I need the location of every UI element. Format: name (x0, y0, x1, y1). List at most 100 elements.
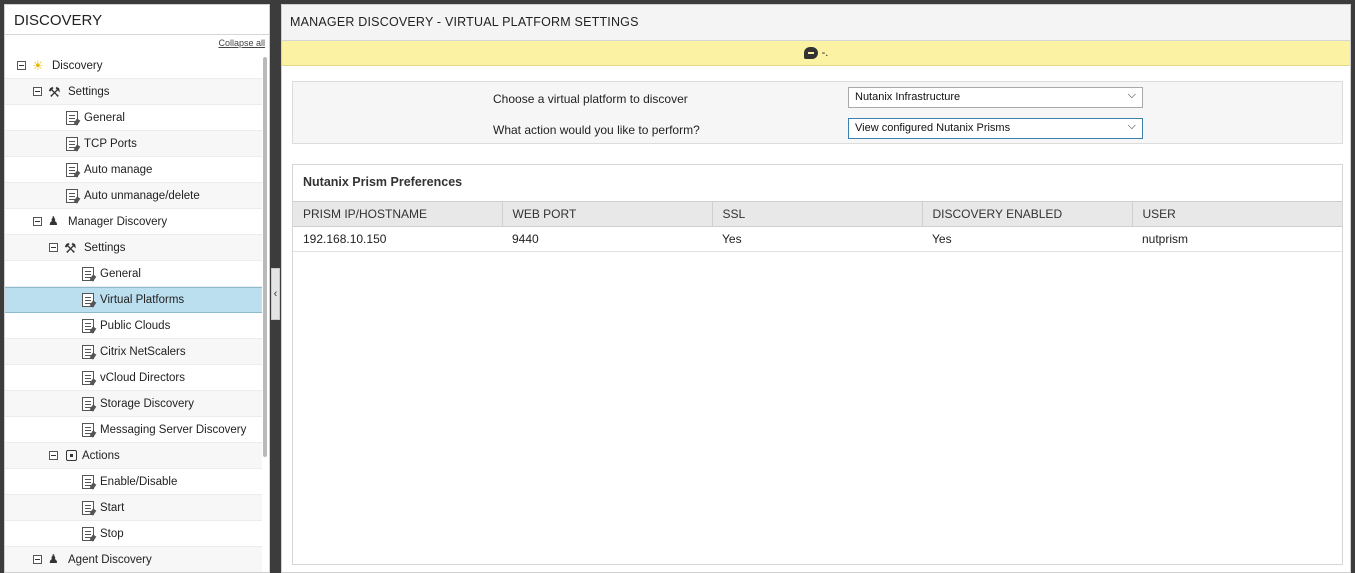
tools-icon: ⚒ (64, 239, 77, 256)
document-icon (66, 136, 78, 151)
document-icon (66, 110, 78, 125)
tree-item[interactable]: Auto manage (5, 157, 262, 183)
prism-table: PRISM IP/HOSTNAME WEB PORT SSL DISCOVERY… (293, 201, 1342, 252)
collapse-toggle-icon[interactable] (33, 217, 42, 226)
action-label: What action would you like to perform? (493, 123, 700, 137)
document-icon (82, 318, 94, 333)
tree-item-label: Enable/Disable (100, 475, 178, 488)
document-icon (82, 500, 94, 515)
message-icon (803, 47, 818, 59)
tree-item-label: Settings (84, 241, 126, 254)
panel-splitter-collapse-button[interactable]: ‹ (271, 268, 280, 320)
tree-item-label: Auto manage (84, 163, 153, 176)
column-header-discovery-enabled[interactable]: DISCOVERY ENABLED (922, 201, 1133, 227)
tree-item[interactable]: Actions (5, 443, 262, 469)
collapse-toggle-icon[interactable] (49, 451, 58, 460)
collapse-toggle-icon[interactable] (33, 555, 42, 564)
tree-item-label: Citrix NetScalers (100, 345, 186, 358)
column-header-ssl[interactable]: SSL (712, 201, 923, 227)
tree-item[interactable]: Citrix NetScalers (5, 339, 262, 365)
tree-item[interactable]: ⚒ Settings (5, 79, 262, 105)
tree-item[interactable]: ⚒ Settings (5, 235, 262, 261)
tree-item-label: Messaging Server Discovery (100, 423, 247, 436)
cell-discovery-enabled: Yes (922, 226, 1132, 252)
tree-item[interactable]: vCloud Directors (5, 365, 262, 391)
tree-item[interactable]: General (5, 261, 262, 287)
tree-item[interactable]: Auto unmanage/delete (5, 183, 262, 209)
document-icon (82, 344, 94, 359)
tree-item[interactable]: Start (5, 495, 262, 521)
tree-item-label: Virtual Platforms (100, 294, 185, 306)
tree-item[interactable]: Public Clouds (5, 313, 262, 339)
users-icon: ♟ (48, 551, 59, 566)
tree-item-label: Agent Discovery (68, 553, 152, 566)
document-icon (82, 474, 94, 489)
platform-select-value: Nutanix Infrastructure (855, 91, 961, 103)
platform-select[interactable]: Nutanix Infrastructure ⌵ (848, 87, 1143, 108)
tree-item-label: Stop (100, 527, 124, 540)
column-header-user[interactable]: USER (1132, 201, 1342, 227)
prism-preferences-panel: Nutanix Prism Preferences PRISM IP/HOSTN… (292, 164, 1343, 565)
navigation-panel: DISCOVERY Collapse all ☀ Discovery ⚒ Settin… (4, 4, 270, 573)
tools-icon: ⚒ (48, 83, 61, 100)
tree-item[interactable]: Messaging Server Discovery (5, 417, 262, 443)
tree-item[interactable]: Enable/Disable (5, 469, 262, 495)
document-icon (82, 396, 94, 411)
collapse-all-link[interactable]: Collapse all (218, 38, 265, 48)
tree-item-label: Actions (82, 449, 120, 462)
table-row[interactable]: 192.168.10.150 9440 Yes Yes nutprism (293, 226, 1342, 252)
column-header-hostname[interactable]: PRISM IP/HOSTNAME (293, 201, 503, 227)
message-bar: -. (282, 41, 1350, 66)
column-header-web-port[interactable]: WEB PORT (502, 201, 713, 227)
document-icon (66, 162, 78, 177)
document-icon (82, 293, 94, 307)
document-icon (82, 422, 94, 437)
collapse-toggle-icon[interactable] (49, 243, 58, 252)
tree-item-label: Manager Discovery (68, 215, 168, 228)
main-panel: MANAGER DISCOVERY - VIRTUAL PLATFORM SET… (281, 4, 1351, 573)
platform-label: Choose a virtual platform to discover (493, 92, 688, 106)
tree-scrollbar[interactable] (263, 57, 267, 457)
actions-icon (66, 450, 77, 461)
bulb-icon: ☀ (32, 57, 44, 73)
tree-item-label: vCloud Directors (100, 371, 185, 384)
message-text: -. (821, 47, 829, 59)
action-select-value: View configured Nutanix Prisms (855, 122, 1011, 134)
collapse-toggle-icon[interactable] (17, 61, 26, 70)
document-icon (82, 370, 94, 385)
collapse-toggle-icon[interactable] (33, 87, 42, 96)
tree-item[interactable]: Virtual Platforms (5, 287, 262, 313)
table-header-row: PRISM IP/HOSTNAME WEB PORT SSL DISCOVERY… (293, 201, 1342, 227)
chevron-down-icon: ⌵ (1127, 89, 1136, 101)
chevron-left-icon: ‹ (273, 288, 278, 300)
document-icon (82, 266, 94, 281)
page-title: MANAGER DISCOVERY - VIRTUAL PLATFORM SET… (282, 5, 1350, 41)
tree-item-label: General (84, 111, 125, 124)
tree-item[interactable]: General (5, 105, 262, 131)
cell-web-port: 9440 (502, 226, 712, 252)
cell-ssl: Yes (712, 226, 922, 252)
tree-item-label: Start (100, 501, 125, 514)
cell-user: nutprism (1132, 226, 1342, 252)
panel-title: DISCOVERY (5, 5, 269, 35)
tree-item[interactable]: Storage Discovery (5, 391, 262, 417)
platform-form: Choose a virtual platform to discover Nu… (292, 81, 1343, 144)
tree-item[interactable]: Stop (5, 521, 262, 547)
tree-item-label: Auto unmanage/delete (84, 189, 200, 202)
document-icon (82, 526, 94, 541)
document-icon (66, 188, 78, 203)
tree-item[interactable]: ♟ Manager Discovery (5, 209, 262, 235)
tree-item-label: Discovery (52, 59, 103, 72)
tree-item-label: Storage Discovery (100, 397, 194, 410)
tree-item-label: TCP Ports (84, 137, 137, 150)
section-title: Nutanix Prism Preferences (303, 175, 463, 189)
tree-item[interactable]: ☀ Discovery (5, 53, 262, 79)
cell-hostname: 192.168.10.150 (293, 226, 502, 252)
chevron-down-icon: ⌵ (1127, 120, 1136, 132)
action-select[interactable]: View configured Nutanix Prisms ⌵ (848, 118, 1143, 139)
tree-item[interactable]: ♟ Agent Discovery (5, 547, 262, 572)
tree-item-label: General (100, 267, 141, 280)
tree-item[interactable]: TCP Ports (5, 131, 262, 157)
navigation-tree: ☀ Discovery ⚒ Settings General TCP Ports Auto … (5, 53, 262, 572)
tree-item-label: Public Clouds (100, 319, 171, 332)
